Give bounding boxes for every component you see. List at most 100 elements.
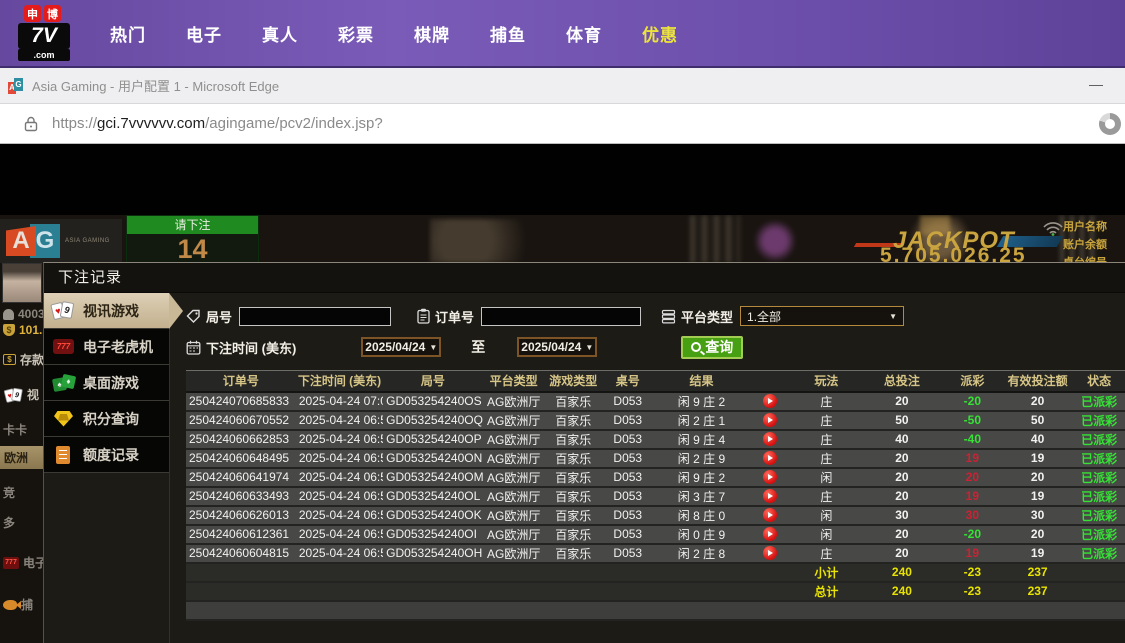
order-number-input[interactable] [481,306,642,326]
cell-blank [544,581,602,602]
ag-logo-subtitle: ASIA GAMING [65,238,110,244]
bet-prompt: 请下注 [127,216,258,234]
menu-item-4[interactable]: 积分查询 [44,401,169,437]
replay-video-icon[interactable] [763,546,778,561]
site-logo[interactable]: 申 博 7V .com [18,3,80,63]
cell-blank [1073,562,1125,583]
nav-item-5[interactable]: 棋牌 [414,21,450,46]
platform-type-select[interactable]: 1.全部 ▼ [740,306,905,326]
cell-blank [482,562,545,583]
nav-item-2[interactable]: 电子 [186,21,222,46]
date-from-select[interactable]: 2025/04/24 ▼ [361,337,442,357]
chevron-down-icon: ▼ [585,342,594,352]
nav-item-3[interactable]: 真人 [262,21,298,46]
bet-records-table: 订单号 下注时间 (美东) 局号 平台类型 游戏类型 桌号 结果 玩法 总投注 派彩 有效投注额 状态… [186,370,1125,621]
cell-table: D053 [601,486,654,507]
menu-item-5[interactable]: 额度记录 [44,437,169,473]
bg-item-7[interactable]: 777 电子 [3,554,46,571]
cell-game: 百家乐 [544,391,602,412]
cell-blank [295,581,384,602]
cell-time: 2025-04-24 06:58:27 [295,429,384,450]
order-number-label: 订单号 [435,309,475,325]
menu-item-1[interactable]: ♥ 9 视讯游戏 [44,293,183,329]
cell-stake: 20 [861,448,943,469]
bg-item-2[interactable]: ♥ 9 视 [3,385,46,403]
bg-user-id[interactable]: 4003 [3,307,46,321]
nav-item-6[interactable]: 捕鱼 [490,21,526,46]
browser-swirl-icon[interactable] [1099,113,1121,135]
bg-item-1[interactable]: $ 存款 [3,351,46,368]
replay-video-icon[interactable] [763,432,778,447]
cell-blank [791,600,862,621]
bg-item-6[interactable]: 多 [3,514,46,531]
col-header-2: 下注时间 (美东) [295,370,384,393]
ag-logo-a: A [6,226,36,256]
address-text[interactable]: https://gci.7vvvvvv.com/agingame/pcv2/in… [52,115,383,132]
cell-time: 2025-04-24 06:54:54 [295,505,384,526]
cell-table: D053 [601,391,654,412]
minimize-button[interactable]: — [1089,76,1103,92]
cell-blank [186,562,296,583]
round-number-label: 局号 [206,309,233,325]
nav-item-8[interactable]: 优惠 [642,21,678,46]
cell-status: 已派彩 [1073,505,1125,526]
nav-item-7[interactable]: 体育 [566,21,602,46]
round-number-input[interactable] [239,306,392,326]
cell-round: GD053254240OM [383,467,483,488]
cell-blank [1073,581,1125,602]
avatar[interactable] [2,263,42,303]
logo-badge-2: 博 [44,5,61,22]
window-title: Asia Gaming - 用户配置 1 - Microsoft Edge [32,79,280,94]
date-to-label: 至 [471,339,486,355]
bg-item-4[interactable]: 欧洲 [0,446,46,469]
cell-blank [482,600,545,621]
bg-item-5[interactable]: 竞 [3,484,46,501]
cell-table: D053 [601,429,654,450]
cell-table: D053 [601,467,654,488]
baccarat-table-tile[interactable]: 请下注 14 [126,215,259,263]
col-header-13: 状态 [1073,370,1125,393]
cell-time: 2025-04-24 06:55:33 [295,486,384,507]
replay-video-icon[interactable] [763,413,778,428]
search-button[interactable]: 查询 [681,335,744,359]
cell-blank [295,600,384,621]
cell-order: 250424060604815 [186,543,296,564]
date-from-value: 2025/04/24 [365,340,426,354]
cell-replay [749,391,792,412]
nav-item-4[interactable]: 彩票 [338,21,374,46]
bg-balance[interactable]: $101. [3,323,46,337]
menu-item-3[interactable]: ♠ ♦ 桌面游戏 [44,365,169,401]
menu-item-2[interactable]: 777 电子老虎机 [44,329,169,365]
date-to-select[interactable]: 2025/04/24 ▼ [517,337,598,357]
cell-blank [1073,600,1125,621]
site-top-nav: 申 博 7V .com 热门 电子 真人 彩票 棋牌 捕鱼 体育 优惠 [0,0,1125,68]
bg-item-8[interactable]: 捕 [3,596,46,613]
logo-suffix-text: .com [18,49,70,61]
replay-video-icon[interactable] [763,508,778,523]
bg-item-3[interactable]: 卡卡 [3,421,46,438]
cell-time: 2025-04-24 06:56:25 [295,467,384,488]
replay-video-icon[interactable] [763,451,778,466]
nav-item-1[interactable]: 热门 [110,21,146,46]
cell-bet: 庄 [791,543,862,564]
cell-result: 闲 9 庄 4 [653,429,750,450]
replay-video-icon[interactable] [763,489,778,504]
cell-order: 250424060633493 [186,486,296,507]
lock-icon[interactable] [24,116,38,132]
cell-order: 250424060670552 [186,410,296,431]
cell-platform: AG欧洲厅 [482,486,545,507]
cell-game: 百家乐 [544,543,602,564]
replay-video-icon[interactable] [763,394,778,409]
gem-icon [52,408,76,430]
cell-game: 百家乐 [544,410,602,431]
modal-menu: ♥ 9 视讯游戏 777 电子老虎机 ♠ ♦ 桌面游戏 积分查询 额度记录 [44,293,183,643]
browser-url-bar[interactable]: https://gci.7vvvvvv.com/agingame/pcv2/in… [0,104,1125,144]
cell-order: 250424060662853 [186,429,296,450]
replay-video-icon[interactable] [763,470,778,485]
replay-video-icon[interactable] [763,527,778,542]
col-header-1: 订单号 [186,370,296,393]
ledger-icon [52,444,76,466]
cell-platform: AG欧洲厅 [482,543,545,564]
cell-game: 百家乐 [544,448,602,469]
cell-blank [749,600,792,621]
